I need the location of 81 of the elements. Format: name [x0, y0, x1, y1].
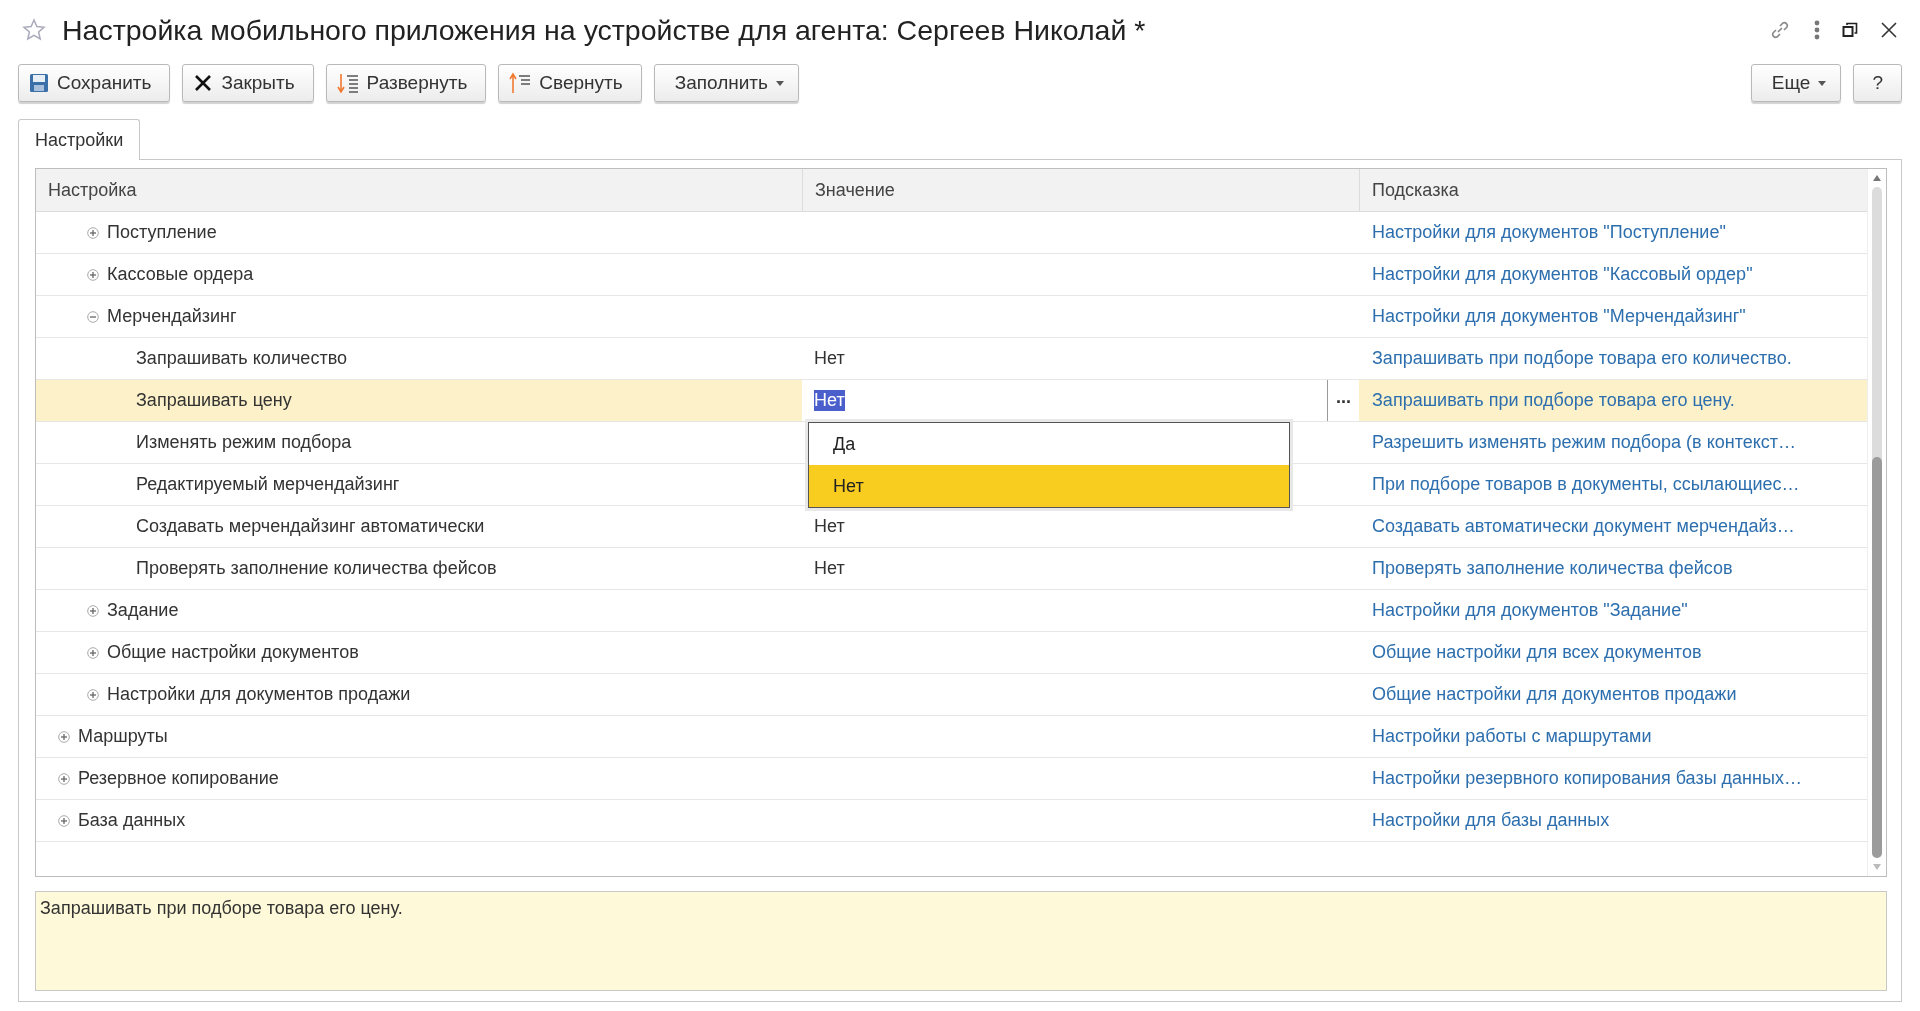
hint-link[interactable]: Общие настройки для всех документов — [1372, 642, 1702, 663]
tree-row[interactable]: Маршруты — [36, 716, 802, 757]
hint-link[interactable]: Настройки для базы данных — [1372, 810, 1610, 831]
column-header: Значение — [802, 169, 1359, 211]
toolbar-button[interactable]: Развернуть — [325, 64, 487, 102]
tree-row[interactable]: Задание — [36, 590, 802, 631]
sort-down-list-icon — [336, 72, 359, 94]
tree-row[interactable]: Запрашивать количество — [36, 338, 802, 379]
tree-row[interactable]: Запрашивать цену — [36, 380, 802, 421]
tree-row[interactable]: Создавать мерчендайзинг автоматически — [36, 506, 802, 547]
toolbar-button[interactable]: ? — [1853, 64, 1902, 102]
column-header: Подсказка — [1359, 169, 1867, 211]
collapse-icon[interactable] — [87, 310, 99, 323]
toolbar-button[interactable]: Свернуть — [498, 64, 642, 102]
hint-link[interactable]: Запрашивать при подборе товара его количество. — [1372, 348, 1792, 369]
setting-name: База данных — [78, 810, 186, 831]
more-icon[interactable] — [1814, 20, 1820, 40]
setting-name: Маршруты — [78, 726, 168, 747]
hint-link[interactable]: Настройки для документов "Задание" — [1372, 600, 1688, 621]
dropdown-option[interactable]: Нет — [809, 465, 1289, 507]
setting-name: Резервное копирование — [78, 768, 279, 789]
expand-icon[interactable] — [58, 730, 70, 743]
setting-name: Создавать мерчендайзинг автоматически — [136, 516, 485, 537]
tree-row[interactable]: Общие настройки документов — [36, 632, 802, 673]
expand-icon[interactable] — [87, 604, 99, 617]
expand-icon[interactable] — [58, 772, 70, 785]
hint-link[interactable]: Проверять заполнение количества фейсов — [1372, 558, 1733, 579]
column-header: Настройка — [47, 178, 138, 202]
hint-link[interactable]: Настройки работы с маршрутами — [1372, 726, 1652, 747]
caret-icon — [1818, 80, 1827, 86]
tree-row[interactable]: Проверять заполнение количества фейсов — [36, 548, 802, 589]
hint-link[interactable]: Разрешить изменять режим подбора (в контекст… — [1372, 432, 1797, 453]
value-input-field[interactable]: Нет ... — [802, 380, 1359, 421]
expand-icon[interactable] — [87, 646, 99, 659]
hint-link[interactable]: Создавать автоматически документ мерчендайз… — [1372, 516, 1795, 537]
setting-name: Запрашивать цену — [136, 390, 292, 411]
tree-row[interactable]: Изменять режим подбора — [36, 422, 802, 463]
toolbar-button[interactable]: Сохранить — [18, 64, 171, 102]
tree-row[interactable]: База данных — [36, 800, 802, 841]
expand-icon[interactable] — [87, 688, 99, 701]
expand-icon[interactable] — [87, 268, 99, 281]
tree-row[interactable]: Редактируемый мерчендайзинг — [36, 464, 802, 505]
setting-name: Мерчендайзинг — [107, 306, 237, 327]
setting-name: Поступление — [107, 222, 217, 243]
scroll-up-icon[interactable] — [1873, 175, 1881, 181]
caret-icon — [775, 80, 784, 86]
hint-link[interactable]: Настройки для документов "Поступление" — [1372, 222, 1726, 243]
hint-link[interactable]: Настройки для документов "Мерчендайзинг" — [1372, 306, 1746, 327]
setting-name: Изменять режим подбора — [136, 432, 352, 453]
toolbar-button[interactable]: Еще — [1750, 64, 1842, 102]
toolbar-button[interactable]: Закрыть — [182, 64, 314, 102]
tree-row[interactable]: Кассовые ордера — [36, 254, 802, 295]
setting-name: Проверять заполнение количества фейсов — [136, 558, 497, 579]
setting-name: Кассовые ордера — [107, 264, 254, 285]
hint-link[interactable]: Общие настройки для документов продажи — [1372, 684, 1737, 705]
hint-link[interactable]: Настройки для документов "Кассовый ордер" — [1372, 264, 1753, 285]
window-title: Настройка мобильного приложения на устройстве для агента: Сергеев Николай * — [62, 13, 1147, 47]
setting-name: Общие настройки документов — [107, 642, 359, 663]
tree-row[interactable]: Мерчендайзинг — [36, 296, 802, 337]
star-icon[interactable] — [22, 18, 46, 42]
tree-row[interactable]: Резервное копирование — [36, 758, 802, 799]
hint-link[interactable]: Настройки резервного копирования базы данных… — [1372, 768, 1802, 789]
close-icon — [193, 73, 214, 93]
tab[interactable]: Настройки — [18, 119, 141, 160]
hint-link[interactable]: При подборе товаров в документы, ссылающиес… — [1372, 474, 1800, 495]
expand-icon[interactable] — [58, 814, 70, 827]
setting-value: Нет — [814, 558, 845, 579]
hint-text: Запрашивать при подборе товара его цену. — [35, 891, 1887, 991]
tree-row[interactable]: Поступление — [36, 212, 802, 253]
close-icon[interactable] — [1880, 21, 1898, 39]
tree-row[interactable]: Настройки для документов продажи — [36, 674, 802, 715]
toolbar-button[interactable]: Заполнить — [653, 64, 799, 102]
setting-name: Задание — [107, 600, 179, 621]
sort-up-list-icon — [509, 72, 532, 94]
setting-name: Запрашивать количество — [136, 348, 347, 369]
setting-name: Настройки для документов продажи — [107, 684, 411, 705]
setting-name: Редактируемый мерчендайзинг — [136, 474, 400, 495]
restore-window-icon[interactable] — [1842, 22, 1858, 38]
setting-value: Нет — [814, 516, 845, 537]
setting-value: Нет — [814, 348, 845, 369]
expand-icon[interactable] — [87, 226, 99, 239]
